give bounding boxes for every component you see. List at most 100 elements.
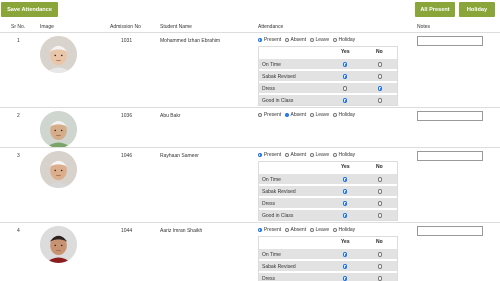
criteria-yes-radio[interactable] [343,264,348,270]
notes-input[interactable] [417,111,483,121]
attendance-option-label: Holiday [338,227,356,233]
attendance-radio-leave[interactable] [309,112,314,117]
attendance-option-absent[interactable]: Absent [284,152,306,158]
attendance-radio-present[interactable] [258,227,263,232]
holiday-button[interactable]: Holiday [459,2,495,17]
criteria-row: Sabak Revised [259,260,397,271]
save-attendance-button[interactable]: Save Attendance [1,2,58,17]
notes-input[interactable] [417,151,483,161]
criteria-yes-radio[interactable] [343,189,348,195]
criteria-no-radio[interactable] [378,86,383,92]
row-sr-no: 3 [17,153,20,159]
criteria-yes-radio[interactable] [343,86,348,92]
criteria-row: On Time [259,58,397,69]
attendance-radio-present[interactable] [258,37,263,42]
attendance-radio-holiday[interactable] [332,112,337,117]
criteria-yes-radio[interactable] [343,201,348,207]
notes-input[interactable] [417,226,483,236]
attendance-radio-absent[interactable] [284,227,290,232]
attendance-option-holiday[interactable]: Holiday [332,227,356,233]
criteria-header: Yes No [259,162,397,172]
criteria-row: Sabak Revised [259,70,397,81]
criteria-yes-header: Yes [341,164,350,170]
criteria-no-radio[interactable] [378,177,383,183]
criteria-no-radio[interactable] [378,264,383,270]
attendance-radio-absent[interactable] [284,37,290,42]
radio-yes[interactable] [343,74,348,79]
criteria-no-radio[interactable] [378,252,383,258]
attendance-option-present[interactable]: Present [258,152,281,158]
attendance-option-absent[interactable]: Absent [284,112,306,118]
attendance-option-holiday[interactable]: Holiday [332,112,355,118]
radio-no[interactable] [378,74,383,79]
attendance-radio-present[interactable] [258,152,263,157]
criteria-yes-radio[interactable] [343,62,348,68]
criteria-yes-radio[interactable] [343,98,348,104]
criteria-yes-radio[interactable] [343,74,348,80]
radio-yes[interactable] [343,98,348,103]
notes-input[interactable] [417,36,483,46]
radio-yes[interactable] [343,201,348,206]
radio-yes[interactable] [343,62,348,67]
attendance-option-present[interactable]: Present [258,112,281,118]
criteria-yes-radio[interactable] [343,213,348,219]
attendance-radio-leave[interactable] [309,37,314,42]
criteria-no-radio[interactable] [378,213,383,219]
criteria-header: Yes No [259,237,397,247]
attendance-radio-leave[interactable] [309,152,314,157]
criteria-no-radio[interactable] [378,74,383,80]
attendance-radio-present[interactable] [258,112,263,117]
criteria-yes-radio[interactable] [343,177,348,183]
radio-yes[interactable] [343,252,348,257]
attendance-option-leave[interactable]: Leave [309,227,329,233]
criteria-no-radio[interactable] [378,189,383,195]
attendance-radio-absent[interactable] [284,152,290,157]
radio-no[interactable] [378,264,383,269]
radio-yes[interactable] [343,276,348,281]
attendance-radio-holiday[interactable] [332,37,337,42]
attendance-option-leave[interactable]: Leave [309,152,329,158]
attendance-option-holiday[interactable]: Holiday [332,37,355,43]
radio-no[interactable] [378,62,383,67]
attendance-radio-holiday[interactable] [332,152,337,157]
row-sr-no: 2 [17,113,20,119]
row-divider [0,222,500,223]
radio-yes[interactable] [343,189,348,194]
attendance-options: Present Absent Leave Holiday [258,112,357,118]
radio-no[interactable] [378,213,383,218]
radio-no[interactable] [378,201,383,206]
attendance-option-absent[interactable]: Absent [284,37,306,43]
criteria-yes-radio[interactable] [343,276,348,281]
attendance-radio-leave[interactable] [309,227,314,232]
criteria-label: Sabak Revised [262,264,296,270]
radio-no[interactable] [378,86,383,91]
radio-yes[interactable] [343,86,348,91]
criteria-no-radio[interactable] [378,276,383,281]
radio-yes[interactable] [343,264,348,269]
attendance-radio-absent[interactable] [284,112,290,117]
criteria-no-radio[interactable] [378,98,383,104]
attendance-option-leave[interactable]: Leave [309,37,329,43]
radio-no[interactable] [378,98,383,103]
criteria-yes-radio[interactable] [343,252,348,258]
radio-yes[interactable] [343,177,348,182]
attendance-option-leave[interactable]: Leave [309,112,329,118]
attendance-option-absent[interactable]: Absent [284,227,306,233]
radio-no[interactable] [378,177,383,182]
attendance-option-present[interactable]: Present [258,227,281,233]
criteria-no-radio[interactable] [378,62,383,68]
radio-no[interactable] [378,189,383,194]
radio-no[interactable] [378,276,383,281]
attendance-option-present[interactable]: Present [258,37,281,43]
attendance-radio-holiday[interactable] [332,227,337,232]
radio-yes[interactable] [343,213,348,218]
attendance-options: Present Absent Leave Holiday [258,37,357,43]
attendance-option-label: Holiday [338,152,356,158]
student-avatar [40,151,77,188]
student-photo-icon [40,111,77,148]
radio-no[interactable] [378,252,383,257]
criteria-no-radio[interactable] [378,201,383,207]
student-avatar [40,36,77,73]
all-present-button[interactable]: All Present [415,2,455,17]
attendance-option-holiday[interactable]: Holiday [332,152,356,158]
